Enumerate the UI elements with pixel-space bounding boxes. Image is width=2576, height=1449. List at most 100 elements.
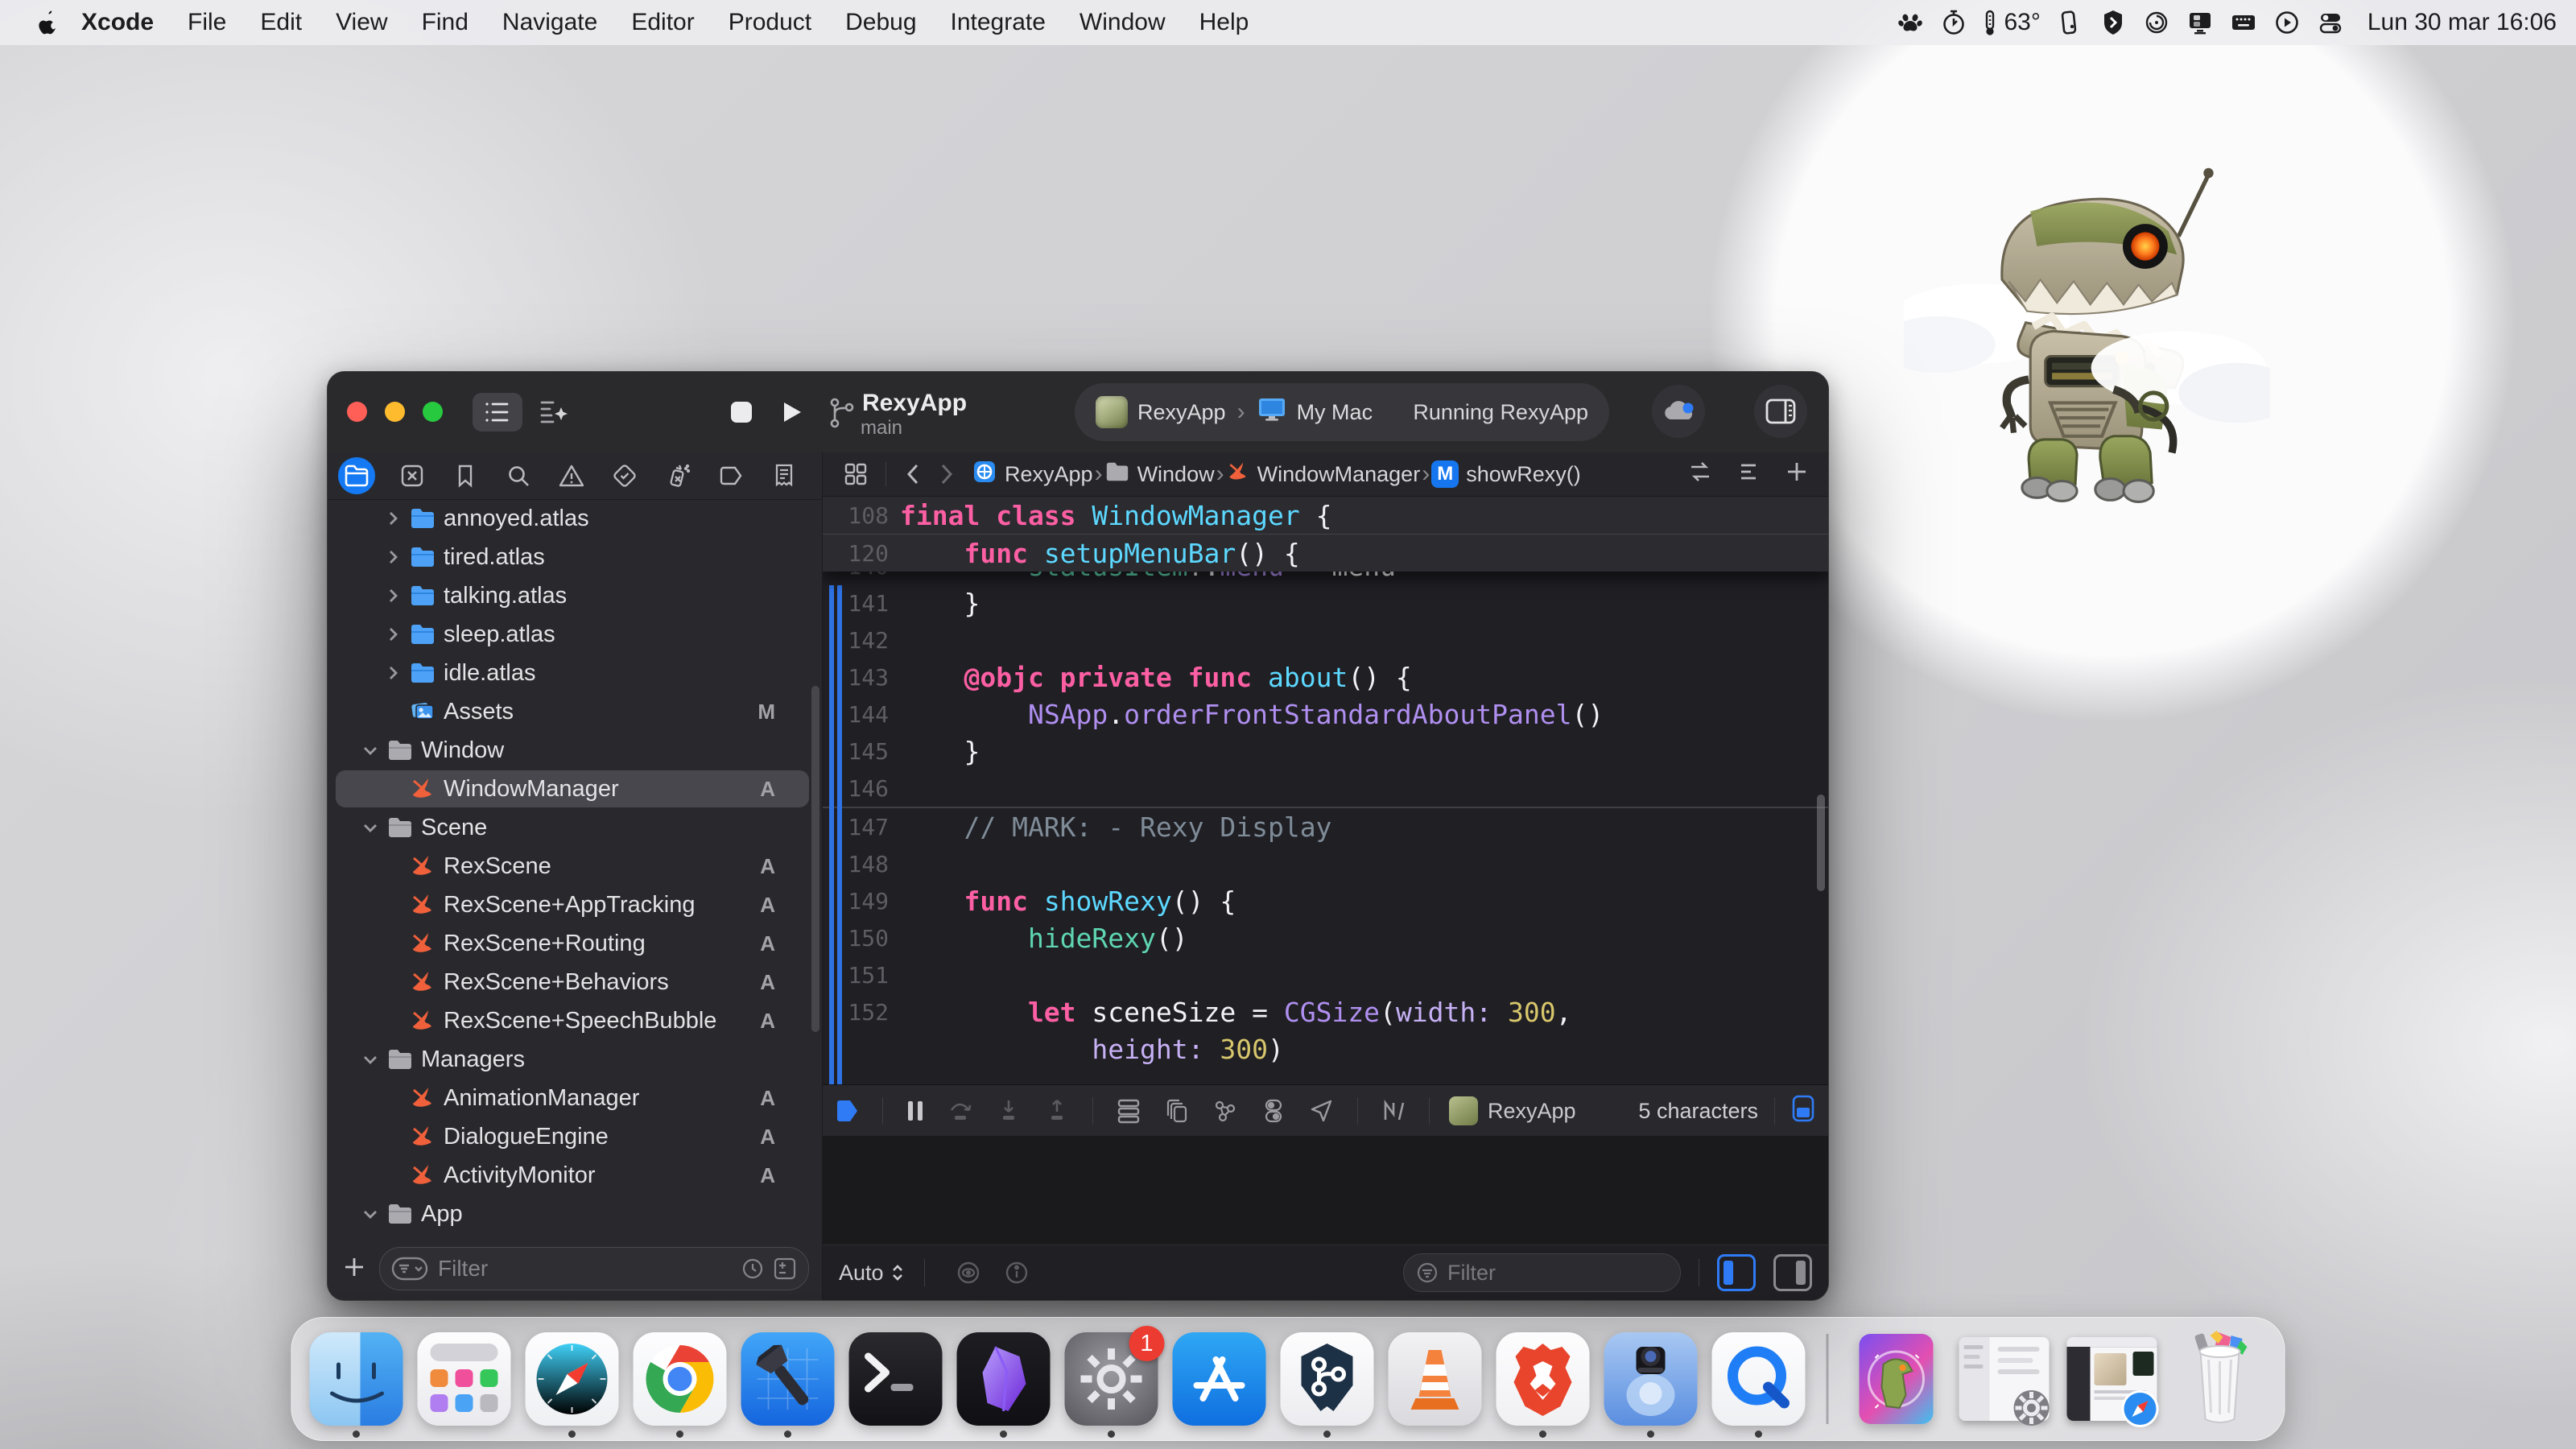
memory-graph-button[interactable] [1201, 1097, 1249, 1125]
paw-icon[interactable] [1893, 5, 1928, 40]
close-button[interactable] [347, 402, 367, 422]
code-review-button[interactable] [535, 394, 571, 430]
disclosure-right-icon[interactable] [381, 664, 405, 682]
stopwatch-icon[interactable] [1936, 5, 1971, 40]
disclosure-right-icon[interactable] [381, 625, 405, 643]
sidebar-filter-field[interactable]: Filter [379, 1247, 809, 1290]
step-out-button[interactable] [1033, 1097, 1081, 1125]
shield-arrow-icon[interactable] [2095, 5, 2131, 40]
code-line-141[interactable]: 141 } [823, 584, 1828, 621]
menu-edit[interactable]: Edit [243, 9, 319, 36]
dock-git-client[interactable] [1281, 1332, 1374, 1426]
info-icon[interactable] [993, 1259, 1041, 1286]
dock-settings-window-thumb[interactable] [1958, 1332, 2051, 1426]
toggle-navigator-button[interactable] [473, 393, 522, 431]
menu-xcode[interactable]: Xcode [64, 9, 171, 36]
dock-obsidian[interactable] [957, 1332, 1051, 1426]
code-line-146[interactable]: 146 [823, 770, 1828, 807]
quicklook-icon[interactable] [944, 1259, 993, 1286]
file-tree-row-windowmanager[interactable]: WindowManagerA [328, 770, 822, 808]
file-tree-row-scene[interactable]: Scene [328, 808, 822, 847]
menu-navigate[interactable]: Navigate [485, 9, 614, 36]
dock-safari[interactable] [526, 1332, 619, 1426]
dock-terminal[interactable] [849, 1332, 943, 1426]
file-tree-row-dialogueengine[interactable]: DialogueEngineA [328, 1117, 822, 1156]
show-console-view-toggle[interactable] [1773, 1254, 1812, 1291]
file-tree-row-rexscene-routing[interactable]: RexScene+RoutingA [328, 924, 822, 963]
disclosure-right-icon[interactable] [381, 510, 405, 527]
add-item-button[interactable] [341, 1253, 368, 1285]
tab-issues[interactable] [545, 452, 598, 499]
play-circle-icon[interactable] [2269, 5, 2305, 40]
file-tree-row-rexscene[interactable]: RexSceneA [328, 847, 822, 886]
debug-process-chip[interactable]: RexyApp [1449, 1096, 1576, 1125]
step-over-button[interactable] [936, 1097, 985, 1125]
step-into-button[interactable] [985, 1097, 1033, 1125]
file-tree-row-rexscene-behaviors[interactable]: RexScene+BehaviorsA [328, 963, 822, 1001]
dock-vlc[interactable] [1389, 1332, 1482, 1426]
file-tree-row-talking-atlas[interactable]: talking.atlas [328, 576, 822, 615]
pause-execution-button[interactable] [894, 1099, 936, 1123]
tab-tests[interactable] [598, 452, 651, 499]
disclosure-down-icon[interactable] [358, 1051, 382, 1068]
variables-scope-selector[interactable]: Auto [839, 1261, 905, 1286]
tab-bookmarks[interactable] [439, 452, 492, 499]
adjust-editor-icon[interactable] [1735, 458, 1762, 491]
swap-editor-icon[interactable] [1686, 458, 1714, 491]
environment-overrides-button[interactable] [1249, 1097, 1298, 1125]
screen-mirroring-icon[interactable] [2182, 5, 2218, 40]
tab-reports[interactable] [758, 452, 811, 499]
menu-editor[interactable]: Editor [614, 9, 711, 36]
dock-launchpad[interactable] [418, 1332, 511, 1426]
code-line-120[interactable]: 120 func setupMenuBar() { [823, 535, 1828, 572]
sidebar-scrollbar[interactable] [811, 686, 819, 1032]
stop-button[interactable] [729, 399, 754, 425]
add-editor-icon[interactable] [1783, 458, 1810, 491]
device-preview-icon[interactable] [1791, 1094, 1815, 1129]
tab-breakpoints[interactable] [704, 452, 758, 499]
file-tree-row-animationmanager[interactable]: AnimationManagerA [328, 1079, 822, 1117]
file-tree-row-idle-atlas[interactable]: idle.atlas [328, 654, 822, 692]
code-line-148[interactable]: 148 [823, 845, 1828, 882]
code-line-144[interactable]: 144 NSApp.orderFrontStandardAboutPanel() [823, 696, 1828, 733]
related-items-icon[interactable] [836, 462, 876, 486]
tab-find[interactable] [492, 452, 545, 499]
dock-system-settings[interactable]: 1 [1065, 1332, 1158, 1426]
code-line-143[interactable]: 143 @objc private func about() { [823, 658, 1828, 696]
dock-q-player[interactable] [1712, 1332, 1806, 1426]
dock-chrome[interactable] [634, 1332, 727, 1426]
menu-view[interactable]: View [319, 9, 404, 36]
file-tree-row-annoyed-atlas[interactable]: annoyed.atlas [328, 499, 822, 538]
code-line-152[interactable]: 152 let sceneSize = CGSize(width: 300, [823, 993, 1828, 1030]
menu-product[interactable]: Product [712, 9, 828, 36]
file-tree-row-rexscene-speechbubble[interactable]: RexScene+SpeechBubbleA [328, 1001, 822, 1040]
menu-help[interactable]: Help [1183, 9, 1266, 36]
breadcrumb-rexyapp[interactable]: RexyApp [972, 459, 1093, 490]
file-tree-row-tired-atlas[interactable]: tired.atlas [328, 538, 822, 576]
dock-finder[interactable] [310, 1332, 403, 1426]
spiral-icon[interactable] [2139, 5, 2174, 40]
code-line-140[interactable]: 140 statusItem?.menu = menu [823, 572, 1828, 584]
editor-scrollbar[interactable] [1817, 795, 1825, 891]
file-tree-row-rexscene-apptracking[interactable]: RexScene+AppTrackingA [328, 886, 822, 924]
apple-menu[interactable] [29, 5, 64, 40]
code-line-142[interactable]: 142 [823, 621, 1828, 658]
run-button[interactable] [778, 399, 804, 425]
breadcrumb-showrexy-[interactable]: MshowRexy() [1431, 460, 1581, 488]
menu-integrate[interactable]: Integrate [934, 9, 1063, 36]
disclosure-down-icon[interactable] [358, 741, 382, 759]
back-button[interactable] [896, 462, 930, 486]
dock-brave[interactable] [1496, 1332, 1590, 1426]
file-tree-row-assets[interactable]: AssetsM [328, 692, 822, 731]
code-line-wrapped[interactable]: height: 300) [823, 1030, 1828, 1067]
minimize-button[interactable] [385, 402, 405, 422]
code-line-150[interactable]: 150 hideRexy() [823, 919, 1828, 956]
menu-window[interactable]: Window [1063, 9, 1183, 36]
dock-rexy-image[interactable] [1850, 1332, 1943, 1426]
view-debugger-button[interactable] [1104, 1097, 1153, 1125]
tab-project-navigator[interactable] [328, 452, 386, 499]
cloud-sync-button[interactable] [1652, 385, 1705, 438]
menu-file[interactable]: File [171, 9, 243, 36]
thermometer-icon[interactable] [1979, 5, 2000, 40]
code-line-147[interactable]: 147 // MARK: - Rexy Display [823, 807, 1828, 845]
